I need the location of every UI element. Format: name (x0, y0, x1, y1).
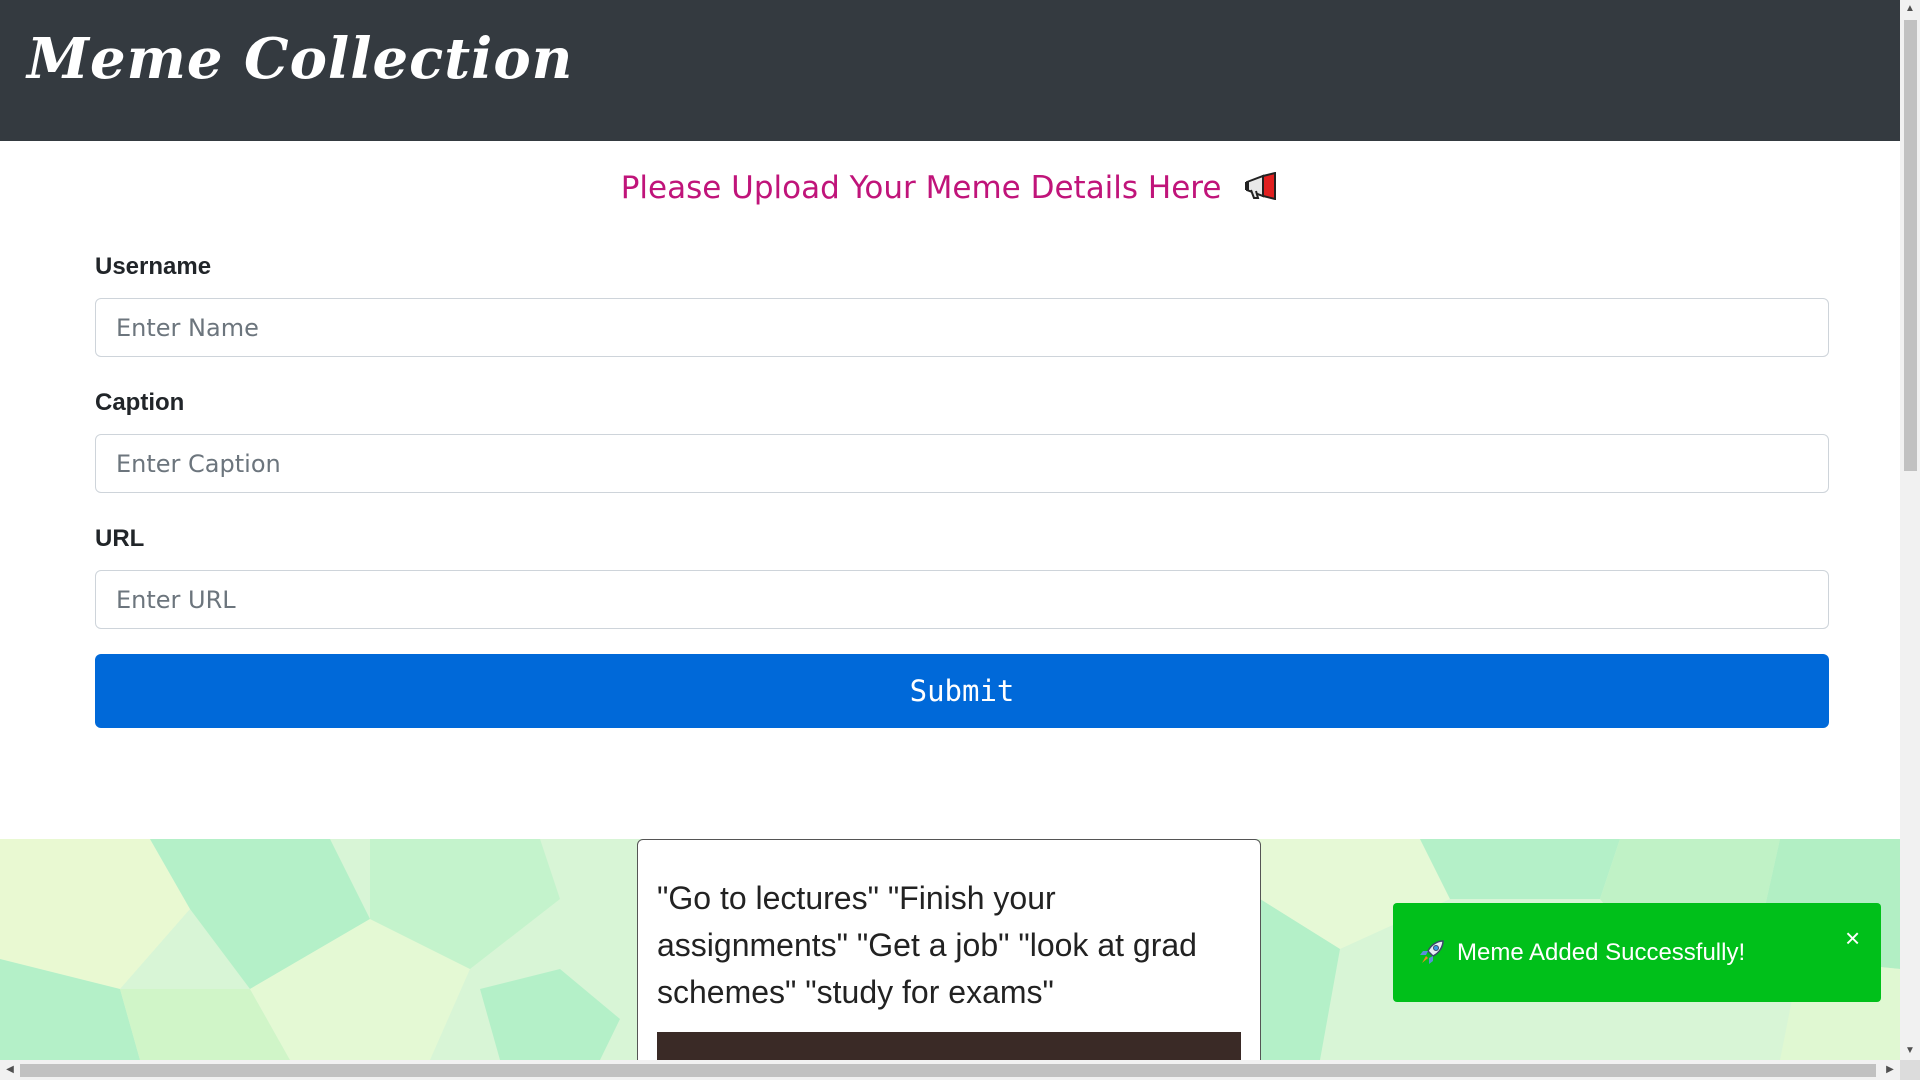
form-heading-text: Please Upload Your Meme Details Here (620, 170, 1222, 206)
username-input[interactable] (95, 298, 1829, 357)
submit-button[interactable]: Submit (95, 654, 1829, 728)
username-label: Username (95, 253, 212, 280)
meme-caption-text: "Go to lectures" "Finish your assignment… (657, 880, 1197, 1010)
vertical-scrollbar[interactable]: ▲ ▼ (1900, 0, 1920, 1060)
form-heading: Please Upload Your Meme Details Here (0, 170, 1900, 208)
scroll-right-arrow-icon[interactable]: ▶ (1880, 1060, 1900, 1080)
caption-label: Caption (95, 389, 185, 416)
page-viewport: Meme Collection Please Upload Your Meme … (0, 0, 1900, 1060)
horizontal-scrollbar[interactable]: ◀ ▶ (0, 1060, 1900, 1080)
brand-title[interactable]: Meme Collection (27, 26, 573, 92)
toast-close-button[interactable]: × (1845, 923, 1860, 954)
caption-input[interactable] (95, 434, 1829, 493)
meme-image (657, 1032, 1241, 1060)
meme-card: "Go to lectures" "Finish your assignment… (637, 839, 1261, 1060)
rocket-icon (1417, 937, 1447, 972)
horizontal-scroll-thumb[interactable] (20, 1064, 1876, 1077)
success-toast: Meme Added Successfully! × (1393, 903, 1881, 1002)
url-label: URL (95, 525, 145, 552)
scrollbar-corner (1900, 1060, 1920, 1080)
scroll-left-arrow-icon[interactable]: ◀ (0, 1060, 20, 1080)
navbar: Meme Collection (0, 0, 1900, 141)
megaphone-icon (1243, 171, 1279, 208)
toast-message: Meme Added Successfully! (1457, 939, 1746, 966)
vertical-scroll-thumb[interactable] (1904, 20, 1917, 471)
url-input[interactable] (95, 570, 1829, 629)
scroll-up-arrow-icon[interactable]: ▲ (1900, 0, 1920, 18)
scroll-down-arrow-icon[interactable]: ▼ (1900, 1042, 1920, 1060)
